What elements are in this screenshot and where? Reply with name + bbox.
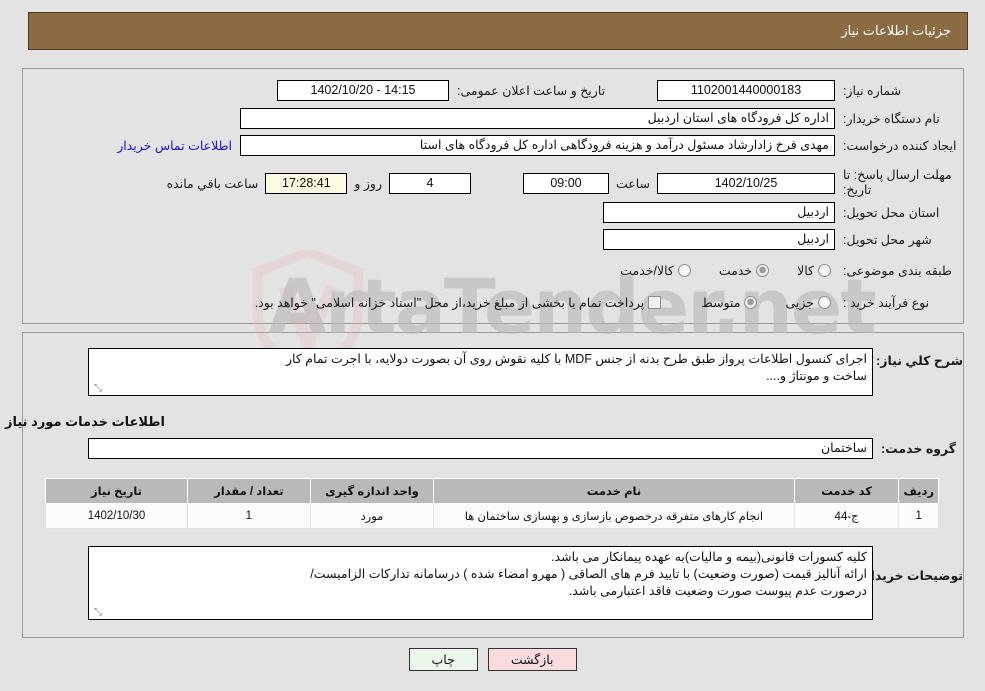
countdown-label: ساعت باقي مانده xyxy=(166,176,259,191)
table-row: 1 ج-44 انجام کارهای متفرقه درخصوص بازساز… xyxy=(45,503,939,529)
need-number-row: شماره نیاز: 1102001440000183 xyxy=(643,80,963,101)
deadline-time-value: 09:00 xyxy=(522,172,609,194)
deadline-row: مهلت ارسال پاسخ: تا تاریخ: 1402/10/25 سا… xyxy=(167,168,963,198)
need-number-value: 1102001440000183 xyxy=(657,80,835,101)
col-code: کد خدمت xyxy=(793,478,900,504)
print-button[interactable]: چاپ xyxy=(408,648,478,671)
buyer-notes-line-3: درصورت عدم پیوست صورت وضعیت فاقد اعتبارم… xyxy=(568,584,867,598)
radio-category-2[interactable] xyxy=(677,264,691,277)
city-row: شهر محل تحویل: اردبیل xyxy=(603,229,963,250)
service-group-row: گروه خدمت: ساختمان xyxy=(88,438,963,459)
cell-code: ج-44 xyxy=(793,503,900,529)
radio-category-1-label: خدمت xyxy=(718,264,753,278)
process-row: نوع فرآیند خرید : جزیی متوسط پرداخت تمام… xyxy=(255,295,963,310)
treasury-checkbox[interactable] xyxy=(648,296,662,309)
buyer-notes-textarea[interactable]: کلیه کسورات قانونی(بیمه و مالیات)به عهده… xyxy=(88,546,873,620)
radio-category-0[interactable] xyxy=(818,264,831,277)
resize-grip-icon[interactable] xyxy=(92,608,102,618)
buyer-notes-line-2: ارائه آنالیز قیمت (صورت وضعیت) با تایید … xyxy=(310,567,867,581)
radio-process-0[interactable] xyxy=(818,296,831,309)
col-qty: تعداد / مقدار xyxy=(186,478,311,504)
province-value: اردبیل xyxy=(603,202,835,223)
radio-process-1[interactable] xyxy=(744,296,758,309)
action-buttons: بازگشت چاپ xyxy=(0,648,985,671)
announce-label: تاریخ و ساعت اعلان عمومی: xyxy=(457,84,606,98)
page-title-bar: جزئیات اطلاعات نیاز xyxy=(28,12,968,50)
table-header-row: ردیف کد خدمت نام خدمت واحد اندازه گیری ت… xyxy=(45,478,939,504)
buyer-notes-label: توضیحات خریدار: xyxy=(859,569,963,583)
category-row: طبقه بندی موضوعی: کالا خدمت کالا/خدمت xyxy=(620,263,963,278)
cell-date: 1402/10/30 xyxy=(45,503,188,529)
description-line-1: اجرای کنسول اطلاعات پرواز طبق طرح بدنه ا… xyxy=(286,352,867,366)
city-value: اردبیل xyxy=(603,229,835,250)
cell-unit: مورد xyxy=(309,503,435,529)
province-label: استان محل تحویل: xyxy=(843,206,940,220)
radio-category-1[interactable] xyxy=(756,264,770,277)
buyer-contact-link[interactable]: اطلاعات تماس خریدار xyxy=(117,138,232,153)
buyer-org-value: اداره کل فرودگاه های استان اردبیل xyxy=(240,108,835,129)
description-textarea[interactable]: اجرای کنسول اطلاعات پرواز طبق طرح بدنه ا… xyxy=(88,348,873,396)
radio-category-0-label: کالا xyxy=(797,264,814,278)
cell-name: انجام کارهای متفرقه درخصوص بازسازی و بهس… xyxy=(433,503,795,529)
announce-row: تاریخ و ساعت اعلان عمومی: 14:15 - 1402/1… xyxy=(277,80,635,101)
deadline-time-label: ساعت xyxy=(615,176,650,191)
description-row: شرح کلي نیاز: اجرای کنسول اطلاعات پرواز … xyxy=(88,348,963,396)
service-group-label: گروه خدمت: xyxy=(881,442,957,456)
buyer-notes-line-1: کلیه کسورات قانونی(بیمه و مالیات)به عهده… xyxy=(551,550,867,564)
remaining-days-value: 4 xyxy=(388,172,471,194)
deadline-label: مهلت ارسال پاسخ: تا تاریخ: xyxy=(843,168,952,197)
page-title: جزئیات اطلاعات نیاز xyxy=(841,23,951,38)
deadline-date-value: 1402/10/25 xyxy=(657,172,835,194)
category-label: طبقه بندی موضوعی: xyxy=(843,264,952,278)
cell-qty: 1 xyxy=(186,503,311,529)
process-label: نوع فرآیند خرید : xyxy=(843,296,930,310)
cell-index: 1 xyxy=(898,503,939,529)
buyer-org-label: نام دستگاه خریدار: xyxy=(843,112,940,126)
description-label: شرح کلي نیاز: xyxy=(876,354,963,368)
radio-process-0-label: جزیی xyxy=(785,296,814,310)
need-number-label: شماره نیاز: xyxy=(843,84,902,98)
remaining-days-label: روز و xyxy=(354,176,382,191)
province-row: استان محل تحویل: اردبیل xyxy=(603,202,963,223)
resize-grip-icon[interactable] xyxy=(92,384,102,394)
col-unit: واحد اندازه گیری xyxy=(309,478,435,504)
radio-category-2-label: کالا/خدمت xyxy=(620,264,674,278)
description-line-2: ساخت و مونتاژ و.... xyxy=(766,369,867,383)
services-table: ردیف کد خدمت نام خدمت واحد اندازه گیری ت… xyxy=(45,478,939,529)
buyer-org-row: نام دستگاه خریدار: اداره کل فرودگاه های … xyxy=(240,108,963,129)
service-group-value: ساختمان xyxy=(88,438,873,459)
creator-row: ایجاد کننده درخواست: مهدی فرخ زادارشاد م… xyxy=(117,135,963,156)
services-section-title: اطلاعات خدمات مورد نیاز xyxy=(4,414,165,429)
radio-process-1-label: متوسط xyxy=(701,296,741,310)
announce-value: 14:15 - 1402/10/20 xyxy=(277,80,449,101)
col-name: نام خدمت xyxy=(433,478,795,504)
countdown-timer-value: 17:28:41 xyxy=(265,172,348,194)
city-label: شهر محل تحویل: xyxy=(843,233,932,247)
creator-value: مهدی فرخ زادارشاد مسئول درآمد و هزینه فر… xyxy=(240,135,835,156)
page-root: ArtaTender.net جزئیات اطلاعات نیاز شماره… xyxy=(0,0,985,691)
back-button[interactable]: بازگشت xyxy=(487,648,577,671)
buyer-notes-row: توضیحات خریدار: کلیه کسورات قانونی(بیمه … xyxy=(88,546,963,620)
treasury-checkbox-label: پرداخت تمام یا بخشی از مبلغ خرید،از محل … xyxy=(254,296,645,310)
col-index: ردیف xyxy=(898,478,939,504)
creator-label: ایجاد کننده درخواست: xyxy=(843,139,957,153)
col-date: تاریخ نیاز xyxy=(45,478,188,504)
